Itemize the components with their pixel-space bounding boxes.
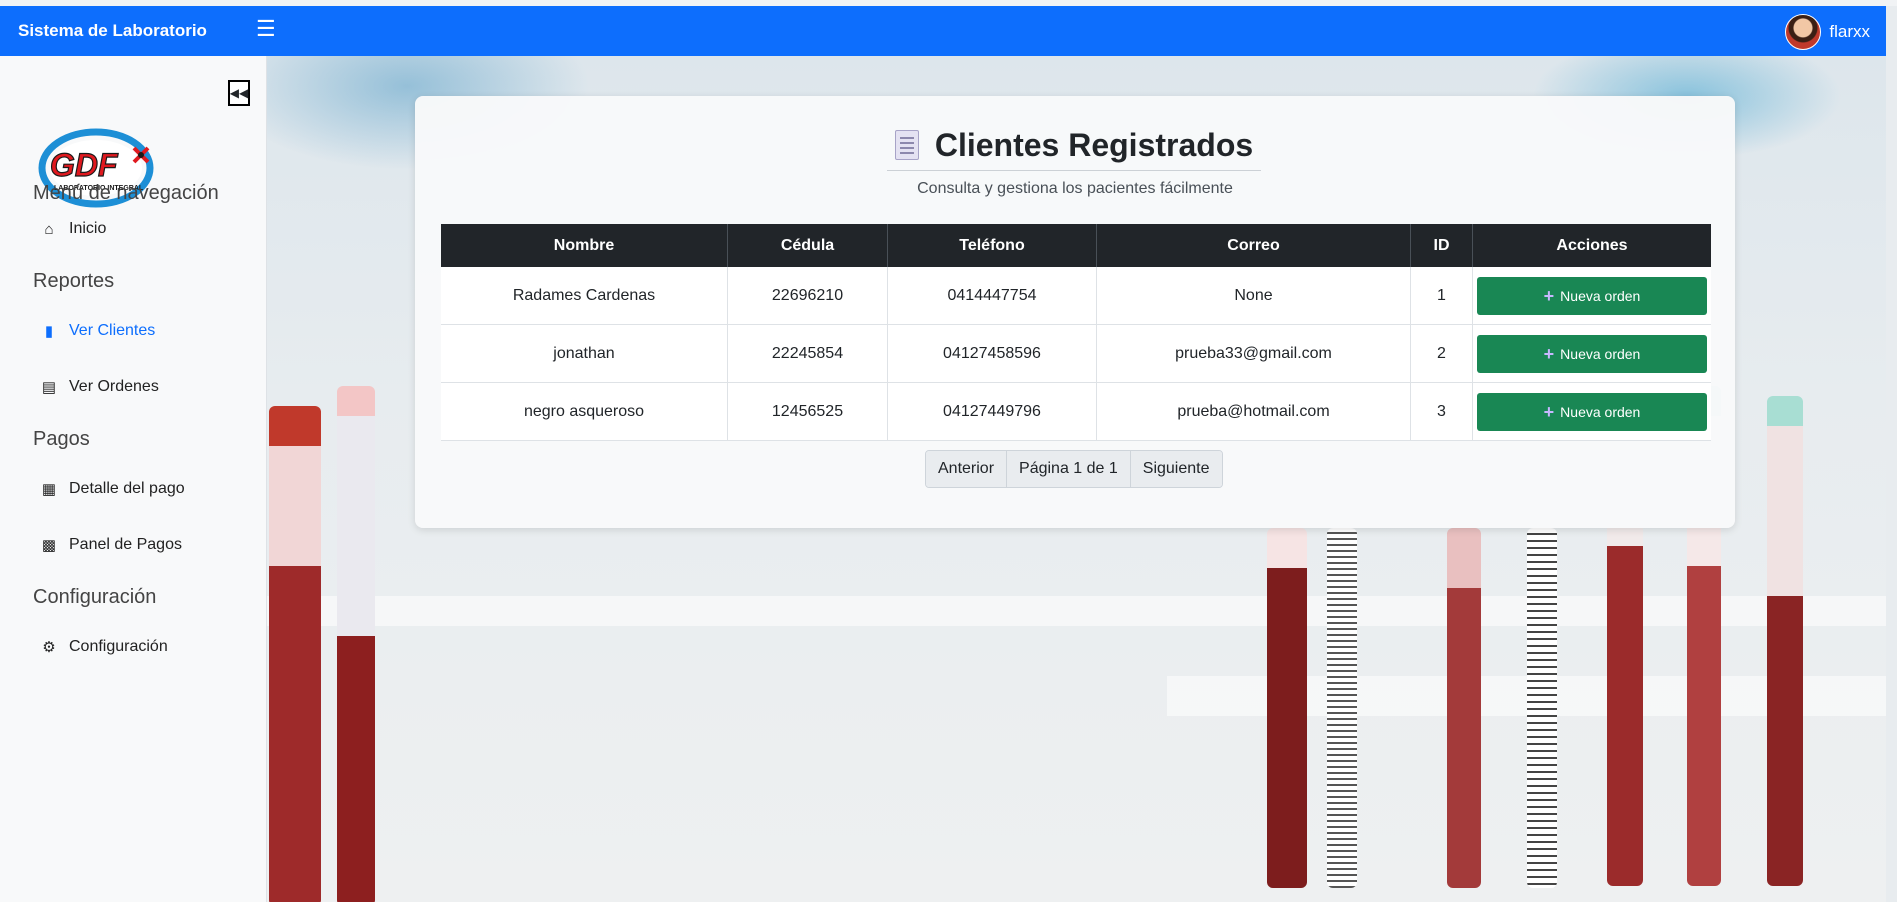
col-telefono: Teléfono bbox=[887, 224, 1097, 267]
gear-icon: ⚙ bbox=[42, 639, 56, 656]
cell-correo: prueba33@gmail.com bbox=[1096, 324, 1411, 383]
client-icon: ▮ bbox=[44, 323, 54, 340]
cell-cedula: 22696210 bbox=[727, 267, 888, 325]
reportes-title: Reportes bbox=[33, 270, 115, 292]
col-acciones: Acciones bbox=[1556, 236, 1628, 254]
cell-acciones: + Nueva orden bbox=[1472, 382, 1711, 441]
home-icon: ⌂ bbox=[44, 220, 54, 238]
background-tube bbox=[1447, 528, 1481, 888]
cell-correo: None bbox=[1096, 267, 1411, 325]
sidebar-item-label: Configuración bbox=[69, 638, 168, 655]
sidebar-item-label: Panel de Pagos bbox=[69, 536, 182, 553]
sidebar-item-configuracion[interactable]: ⚙ Configuración bbox=[40, 638, 168, 656]
page-indicator: Página 1 de 1 bbox=[1007, 451, 1131, 487]
cell-telefono: 0414447754 bbox=[887, 267, 1097, 325]
background-tube bbox=[337, 386, 375, 902]
hamburger-icon[interactable]: ☰ bbox=[256, 18, 276, 40]
background-shelf bbox=[267, 596, 1886, 626]
cell-acciones: + Nueva orden bbox=[1472, 267, 1711, 325]
money-card-icon: ▩ bbox=[41, 537, 57, 554]
table-row: jonathan 22245854 04127458596 prueba33@g… bbox=[441, 324, 1711, 383]
sidebar-item-ver-ordenes[interactable]: ▤ Ver Ordenes bbox=[40, 378, 159, 396]
page-title: Clientes Registrados bbox=[934, 126, 1254, 163]
plus-icon: + bbox=[1543, 401, 1555, 422]
clients-card: Clientes Registrados Consulta y gestiona… bbox=[415, 96, 1735, 528]
page-title-wrap: Clientes Registrados bbox=[887, 120, 1261, 171]
table-row: Radames Cardenas 22696210 0414447754 Non… bbox=[441, 267, 1711, 325]
plus-icon: + bbox=[1543, 285, 1555, 306]
cell-telefono: 04127449796 bbox=[887, 382, 1097, 441]
cell-telefono: 04127458596 bbox=[887, 324, 1097, 383]
avatar[interactable] bbox=[1785, 14, 1822, 50]
col-id: ID bbox=[1410, 224, 1473, 267]
pagos-title: Pagos bbox=[33, 428, 90, 450]
nueva-orden-button[interactable]: + Nueva orden bbox=[1477, 334, 1707, 373]
background-tube bbox=[1267, 528, 1307, 888]
background-tube bbox=[1767, 396, 1803, 886]
sidebar-item-detalle-pago[interactable]: ▦ Detalle del pago bbox=[40, 480, 185, 498]
user-menu[interactable]: flarxx bbox=[1785, 14, 1870, 50]
table-row: negro asqueroso 12456525 04127449796 pru… bbox=[441, 382, 1711, 441]
page-subtitle: Consulta y gestiona los pacientes fácilm… bbox=[917, 180, 1233, 197]
svg-text:GDF: GDF bbox=[50, 147, 119, 183]
col-correo: Correo bbox=[1096, 224, 1411, 267]
sidebar-item-inicio[interactable]: ⌂ Inicio bbox=[40, 220, 106, 238]
button-label: Nueva orden bbox=[1560, 403, 1641, 420]
cell-cedula: 12456525 bbox=[727, 382, 888, 441]
user-name[interactable]: flarxx bbox=[1829, 22, 1870, 42]
id-card-icon: ▤ bbox=[41, 379, 57, 396]
cell-nombre: jonathan bbox=[441, 324, 728, 383]
background-tube bbox=[1327, 528, 1357, 888]
config-title: Configuración bbox=[33, 586, 157, 608]
collapse-sidebar-icon[interactable]: ◀◀ bbox=[228, 80, 250, 106]
col-cedula: Cédula bbox=[727, 224, 888, 267]
button-label: Nueva orden bbox=[1560, 287, 1641, 304]
cell-id: 2 bbox=[1410, 324, 1473, 383]
col-nombre: Nombre bbox=[441, 224, 728, 267]
plus-icon: + bbox=[1543, 343, 1555, 364]
cell-acciones: + Nueva orden bbox=[1472, 324, 1711, 383]
sidebar-item-label: Inicio bbox=[69, 220, 107, 237]
cell-correo: prueba@hotmail.com bbox=[1096, 382, 1411, 441]
background-tube bbox=[269, 406, 321, 902]
prev-page-button[interactable]: Anterior bbox=[926, 451, 1008, 487]
pagination: Anterior Página 1 de 1 Siguiente bbox=[925, 450, 1223, 488]
nueva-orden-button[interactable]: + Nueva orden bbox=[1477, 392, 1707, 431]
document-icon bbox=[894, 130, 919, 160]
sidebar-item-label: Ver Clientes bbox=[69, 322, 156, 339]
sidebar-item-panel-pagos[interactable]: ▩ Panel de Pagos bbox=[40, 536, 182, 554]
cell-nombre: negro asqueroso bbox=[441, 382, 728, 441]
sidebar-item-label: Ver Ordenes bbox=[69, 378, 159, 395]
nueva-orden-button[interactable]: + Nueva orden bbox=[1477, 276, 1707, 315]
top-navbar: Sistema de Laboratorio ☰ flarxx bbox=[0, 6, 1886, 56]
nav-menu-title: Menú de navegación bbox=[33, 182, 219, 204]
main-content: Clientes Registrados Consulta y gestiona… bbox=[267, 56, 1886, 902]
cell-cedula: 22245854 bbox=[727, 324, 888, 383]
cell-id: 1 bbox=[1410, 267, 1473, 325]
sidebar-item-label: Detalle del pago bbox=[69, 480, 185, 497]
cell-nombre: Radames Cardenas bbox=[441, 267, 728, 325]
clients-table: Nombre Cédula Teléfono Correo ID Accione… bbox=[441, 224, 1711, 441]
cell-id: 3 bbox=[1410, 382, 1473, 441]
receipt-icon: ▦ bbox=[41, 481, 57, 498]
button-label: Nueva orden bbox=[1560, 345, 1641, 362]
brand-title[interactable]: Sistema de Laboratorio bbox=[18, 21, 207, 41]
background-tube bbox=[1527, 528, 1557, 888]
sidebar-item-ver-clientes[interactable]: ▮ Ver Clientes bbox=[40, 322, 155, 340]
next-page-button[interactable]: Siguiente bbox=[1130, 451, 1222, 487]
sidebar: ◀◀ GDF LABORATORIO INTEGRAL Menú de nave… bbox=[0, 56, 267, 902]
table-header-row: Nombre Cédula Teléfono Correo ID Accione… bbox=[441, 224, 1711, 267]
